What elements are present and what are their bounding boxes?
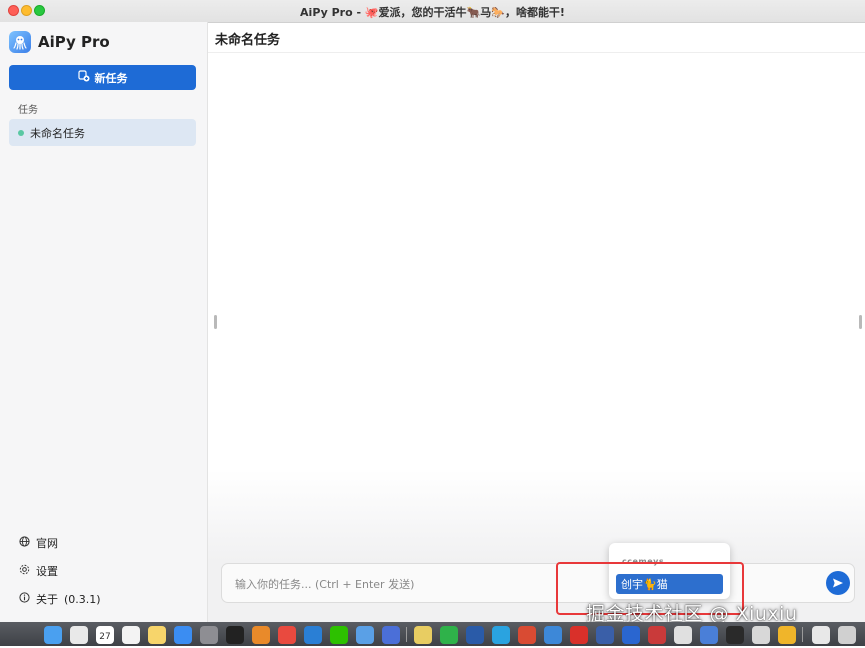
- app-icon-6[interactable]: [700, 626, 718, 644]
- app-icon-9[interactable]: [778, 626, 796, 644]
- sublime-icon[interactable]: [252, 626, 270, 644]
- main-header: 未命名任务: [208, 22, 865, 53]
- app-icon-7[interactable]: [726, 626, 744, 644]
- dock-separator: [802, 627, 803, 642]
- window-titlebar: AiPy Pro - 🐙爱派，您的干活牛🐂马🐎，啥都能干!: [0, 0, 865, 23]
- word-icon[interactable]: [466, 626, 484, 644]
- wechat-icon[interactable]: [330, 626, 348, 644]
- app-icon-4[interactable]: [648, 626, 666, 644]
- task-input[interactable]: [233, 574, 557, 594]
- sidebar-resize-handle[interactable]: [214, 315, 217, 329]
- sidebar: AiPy Pro 新任务 任务 未命名任务 官网 设置 关于 (0.3.1): [0, 22, 208, 622]
- about-link[interactable]: 关于 (0.3.1): [19, 591, 101, 607]
- settings-link[interactable]: 设置: [19, 563, 58, 579]
- app-version: (0.3.1): [64, 592, 101, 606]
- settings-link-label: 设置: [36, 565, 58, 578]
- info-icon: [19, 592, 30, 606]
- telegram-icon[interactable]: [492, 626, 510, 644]
- new-task-icon: [77, 70, 90, 85]
- xmind-icon[interactable]: [518, 626, 536, 644]
- dock-separator: [406, 627, 407, 642]
- page-title: 未命名任务: [215, 33, 281, 48]
- downloads-icon[interactable]: [812, 626, 830, 644]
- task-status-dot-icon: [18, 129, 24, 136]
- chrome-icon[interactable]: [278, 626, 296, 644]
- app-logo-icon: [9, 31, 31, 53]
- website-link[interactable]: 官网: [19, 535, 58, 551]
- globe-icon: [19, 536, 30, 550]
- app-icon-2[interactable]: [544, 626, 562, 644]
- send-icon: [832, 574, 844, 593]
- trash-icon[interactable]: [838, 626, 856, 644]
- calendar-icon[interactable]: 27: [96, 626, 114, 644]
- new-task-button[interactable]: 新任务: [9, 65, 196, 90]
- about-link-label: 关于: [36, 593, 58, 606]
- panel-resize-handle[interactable]: [859, 315, 862, 329]
- wps-icon[interactable]: [570, 626, 588, 644]
- task-input-box: [221, 563, 855, 603]
- system-settings-icon[interactable]: [200, 626, 218, 644]
- sidebar-task-label: 未命名任务: [30, 126, 85, 140]
- app-icon-3[interactable]: [622, 626, 640, 644]
- tasks-section-label: 任务: [18, 105, 38, 116]
- website-link-label: 官网: [36, 537, 58, 550]
- notes-app-icon[interactable]: [414, 626, 432, 644]
- vscode-icon[interactable]: [304, 626, 322, 644]
- app-icon[interactable]: [382, 626, 400, 644]
- new-task-label: 新任务: [94, 71, 128, 85]
- app-icon-5[interactable]: [674, 626, 692, 644]
- gear-icon: [19, 564, 30, 578]
- app-name: AiPy Pro: [38, 33, 110, 51]
- terminal-icon[interactable]: [226, 626, 244, 644]
- vpn-icon[interactable]: [596, 626, 614, 644]
- notes-icon[interactable]: [148, 626, 166, 644]
- search-app-icon[interactable]: [356, 626, 374, 644]
- window-title: AiPy Pro - 🐙爱派，您的干活牛🐂马🐎，啥都能干!: [300, 6, 565, 19]
- vim-icon[interactable]: [440, 626, 458, 644]
- app-icon-8[interactable]: [752, 626, 770, 644]
- reminders-icon[interactable]: [122, 626, 140, 644]
- app-store-icon[interactable]: [174, 626, 192, 644]
- launchpad-icon[interactable]: [70, 626, 88, 644]
- send-button[interactable]: [826, 571, 850, 595]
- sidebar-task-item[interactable]: 未命名任务: [9, 119, 196, 146]
- finder-icon[interactable]: [44, 626, 62, 644]
- dock: 27: [0, 622, 865, 646]
